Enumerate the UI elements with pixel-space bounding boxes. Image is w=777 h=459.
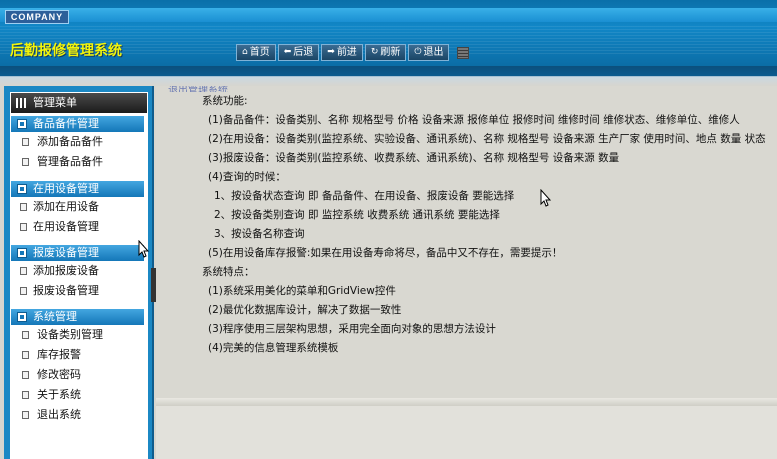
feature-line: (4)查询的时候： xyxy=(208,171,286,183)
sidebar-item-label: 退出系统 xyxy=(37,408,81,421)
folder-square-icon xyxy=(17,119,27,129)
sidebar-item-label: 管理备品备件 xyxy=(37,155,103,168)
document-icon xyxy=(20,287,27,295)
document-icon xyxy=(22,331,29,339)
feature-line: (1)备品备件：设备类别、名称 规格型号 价格 设备来源 报修单位 报修时间 维… xyxy=(208,114,740,126)
forward-arrow-icon: ➡ xyxy=(327,47,335,57)
menu-title: 管理菜单 xyxy=(33,96,77,109)
sidebar-item-add-spare[interactable]: 添加备品备件 xyxy=(11,132,144,152)
refresh-icon: ↻ xyxy=(370,47,379,57)
sidebar-item-add-scrap[interactable]: 添加报废设备 xyxy=(11,261,144,281)
feature-line: (2)在用设备：设备类别(监控系统、实验设备、通讯系统)、名称 规格型号 设备来… xyxy=(208,133,766,145)
group-title-label: 备品备件管理 xyxy=(33,117,99,130)
home-button[interactable]: ⌂ 首页 xyxy=(236,44,276,61)
menu-grid-icon[interactable] xyxy=(457,47,470,59)
forward-button[interactable]: ➡ 前进 xyxy=(321,44,363,61)
trait-line: (1)系统采用美化的菜单和GridView控件 xyxy=(208,285,396,297)
footer-area xyxy=(156,406,777,459)
sidebar-item-label: 报废设备管理 xyxy=(33,284,99,297)
app-title: 后勤报修管理系统 xyxy=(10,43,122,59)
sidebar-item-manage-scrap[interactable]: 报废设备管理 xyxy=(11,281,144,301)
query-line: 3、按设备名称查询 xyxy=(214,228,305,240)
group-title-label: 报废设备管理 xyxy=(33,246,99,259)
description-text: 系统功能: (1)备品备件：设备类别、名称 规格型号 价格 设备来源 报修单位 … xyxy=(202,92,777,358)
refresh-label: 刷新 xyxy=(380,47,401,58)
sidebar-item-add-inuse[interactable]: 添加在用设备 xyxy=(11,197,144,217)
sidebar-item-label: 设备类别管理 xyxy=(37,328,103,341)
menu-header: 管理菜单 xyxy=(11,93,147,113)
sidebar-item-label: 添加报废设备 xyxy=(33,264,99,277)
group-title-label: 系统管理 xyxy=(33,310,77,323)
header-band xyxy=(0,66,777,86)
group-title-system[interactable]: 系统管理 xyxy=(11,309,144,325)
sidebar-item-about[interactable]: 关于系统 xyxy=(11,385,144,405)
query-line: 2、按设备类别查询 即 监控系统 收费系统 通讯系统 要能选择 xyxy=(214,209,500,221)
header-stripe xyxy=(0,8,777,22)
document-icon xyxy=(22,411,29,419)
menu-group-inuse: 在用设备管理 添加在用设备 在用设备管理 xyxy=(11,181,144,237)
logout-label: 退出 xyxy=(423,47,444,58)
group-title-inuse[interactable]: 在用设备管理 xyxy=(11,181,144,197)
feature-line: (5)在用设备库存报警:如果在用设备寿命将尽，备品中又不存在，需要提示！ xyxy=(208,247,563,259)
back-button[interactable]: ⬅ 后退 xyxy=(277,44,320,61)
document-icon xyxy=(22,138,29,146)
sidebar-item-label: 修改密码 xyxy=(37,368,81,381)
header: COMPANY 后勤报修管理系统 ⌂ 首页 ⬅ 后退 ➡ 前进 ↻ 刷新 ⏻ 退… xyxy=(0,0,777,66)
sidebar-item-label: 添加备品备件 xyxy=(37,135,103,148)
power-icon: ⏻ xyxy=(414,47,422,57)
document-icon xyxy=(20,203,27,211)
sidebar-item-stock-alarm[interactable]: 库存报警 xyxy=(11,345,144,365)
menu-group-scrap: 报废设备管理 添加报废设备 报废设备管理 xyxy=(11,245,144,301)
document-icon xyxy=(22,391,29,399)
document-icon xyxy=(20,223,27,231)
home-label: 首页 xyxy=(249,47,270,58)
back-arrow-icon: ⬅ xyxy=(283,47,292,57)
toolbar: ⌂ 首页 ⬅ 后退 ➡ 前进 ↻ 刷新 ⏻ 退出 xyxy=(236,44,470,61)
folder-square-icon xyxy=(17,248,27,258)
query-line: 1、按设备状态查询 即 备品备件、在用设备、报废设备 要能选择 xyxy=(214,190,515,202)
back-label: 后退 xyxy=(293,47,314,58)
forward-label: 前进 xyxy=(336,47,357,58)
folder-square-icon xyxy=(17,312,27,322)
document-icon xyxy=(20,267,27,275)
trait-line: (2)最优化数据库设计，解决了数据一致性 xyxy=(208,304,402,316)
home-icon: ⌂ xyxy=(242,47,248,57)
group-title-label: 在用设备管理 xyxy=(33,182,99,195)
trait-line: (3)程序使用三层架构思想，采用完全面向对象的思想方法设计 xyxy=(208,323,496,335)
footer-bar xyxy=(156,398,777,406)
feature-line: (3)报废设备：设备类别(监控系统、收费系统、通讯系统)、名称 规格型号 设备来… xyxy=(208,152,620,164)
logout-button[interactable]: ⏻ 退出 xyxy=(408,44,450,61)
section-heading: 系统特点： xyxy=(202,266,255,278)
menu-group-system: 系统管理 设备类别管理 库存报警 修改密码 关于系统 退出系统 xyxy=(11,309,144,425)
menu-grid-icon xyxy=(16,98,28,108)
menu-group-spares: 备品备件管理 添加备品备件 管理备品备件 xyxy=(11,116,144,172)
folder-square-icon xyxy=(17,184,27,194)
sidebar-item-label: 添加在用设备 xyxy=(33,200,99,213)
main-content: 退出管理系统 系统功能: (1)备品备件：设备类别、名称 规格型号 价格 设备来… xyxy=(156,86,777,459)
sidebar-item-manage-inuse[interactable]: 在用设备管理 xyxy=(11,217,144,237)
company-logo: COMPANY xyxy=(5,10,69,24)
document-icon xyxy=(22,158,29,166)
trait-line: (4)完美的信息管理系统模板 xyxy=(208,342,339,354)
sidebar-item-label: 库存报警 xyxy=(37,348,81,361)
document-icon xyxy=(22,351,29,359)
sidebar-item-exit[interactable]: 退出系统 xyxy=(11,405,144,425)
sidebar-item-manage-spare[interactable]: 管理备品备件 xyxy=(11,152,144,172)
sidebar-item-change-password[interactable]: 修改密码 xyxy=(11,365,144,385)
document-icon xyxy=(22,371,29,379)
sidebar-item-label: 在用设备管理 xyxy=(33,220,99,233)
sidebar-item-label: 关于系统 xyxy=(37,388,81,401)
group-title-spares[interactable]: 备品备件管理 xyxy=(11,116,144,132)
sidebar-item-category[interactable]: 设备类别管理 xyxy=(11,325,144,345)
group-title-scrap[interactable]: 报废设备管理 xyxy=(11,245,144,261)
refresh-button[interactable]: ↻ 刷新 xyxy=(364,44,407,61)
section-heading: 系统功能: xyxy=(202,95,248,107)
